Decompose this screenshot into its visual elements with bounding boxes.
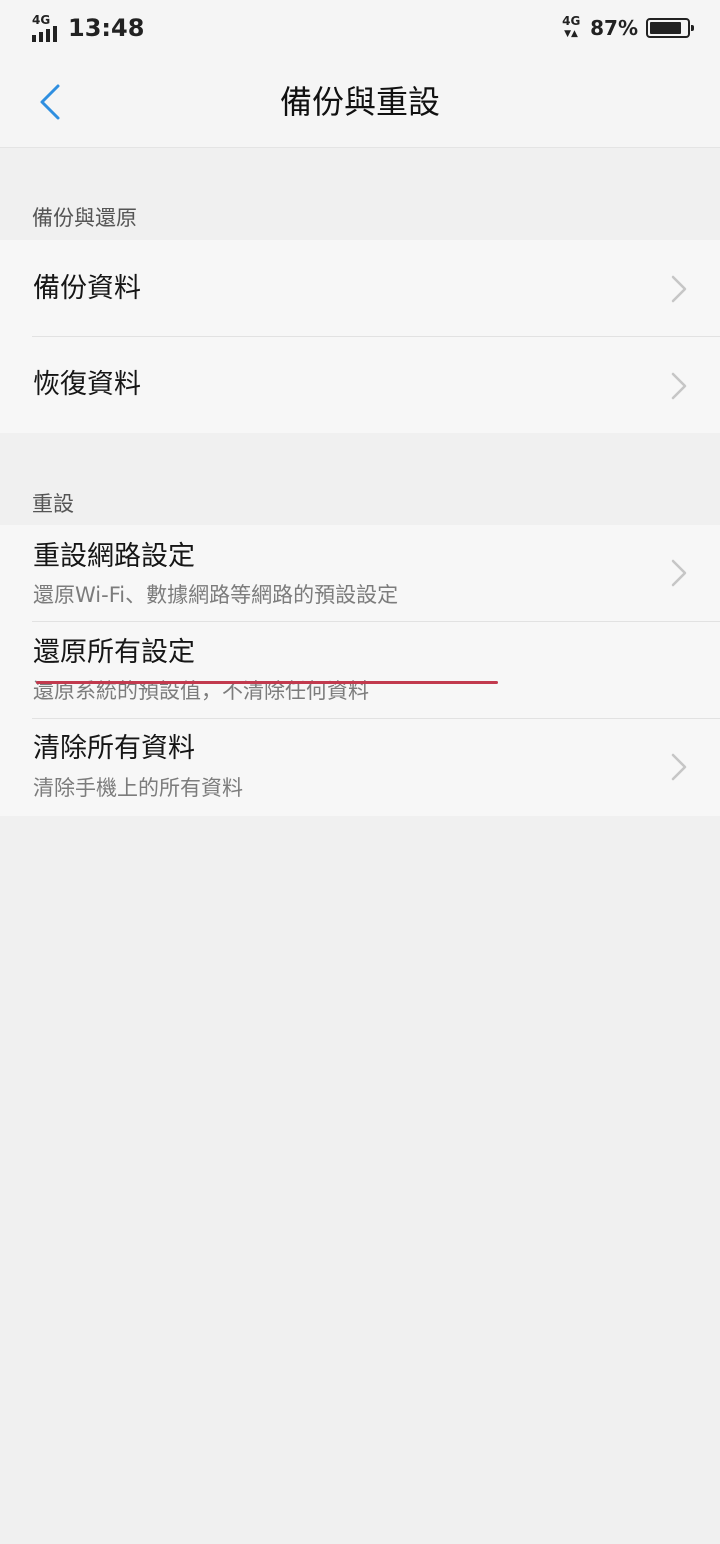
battery-percent: 87% [590,16,638,40]
backup-data-item[interactable]: 備份資料 [0,240,720,337]
backup-data-title: 備份資料 [33,273,141,304]
data-activity-icon: 4G ▼▲ [562,14,581,39]
status-left: 4G 13:48 [32,12,144,42]
reset-all-settings-item[interactable]: 還原所有設定 還原系統的預設值，不清除任何資料 [0,622,720,719]
reset-all-settings-title: 還原所有設定 [33,637,195,668]
erase-all-data-title: 清除所有資料 [33,733,195,764]
reset-network-title: 重設網路設定 [33,541,195,572]
status-bar: 4G 13:48 4G ▼▲ 87% [0,0,720,56]
page-title: 備份與重設 [279,83,440,121]
chevron-right-icon [671,559,687,587]
erase-all-data-item[interactable]: 清除所有資料 清除手機上的所有資料 [0,719,720,816]
erase-all-data-subtitle: 清除手機上的所有資料 [33,776,243,800]
chevron-right-icon [671,372,687,400]
section-label-reset: 重設 [32,492,74,516]
reset-group: 重設網路設定 還原Wi-Fi、數據網路等網路的預設設定 還原所有設定 還原系統的… [0,525,720,816]
reset-network-item[interactable]: 重設網路設定 還原Wi-Fi、數據網路等網路的預設設定 [0,525,720,622]
data-network-label: 4G [562,14,581,28]
section-label-backup: 備份與還原 [32,206,137,230]
reset-network-subtitle: 還原Wi-Fi、數據網路等網路的預設設定 [33,583,399,607]
status-right: 4G ▼▲ 87% [562,14,694,42]
backup-group: 備份資料 恢復資料 [0,240,720,433]
signal-icon: 4G [32,14,62,42]
app-header: 備份與重設 [0,56,720,148]
network-type-label: 4G [32,13,51,27]
chevron-right-icon [671,753,687,781]
battery-icon [646,18,694,38]
restore-data-title: 恢復資料 [33,369,141,400]
annotation-underline [36,681,498,684]
status-time: 13:48 [68,14,145,42]
chevron-right-icon [671,275,687,303]
restore-data-item[interactable]: 恢復資料 [0,337,720,433]
